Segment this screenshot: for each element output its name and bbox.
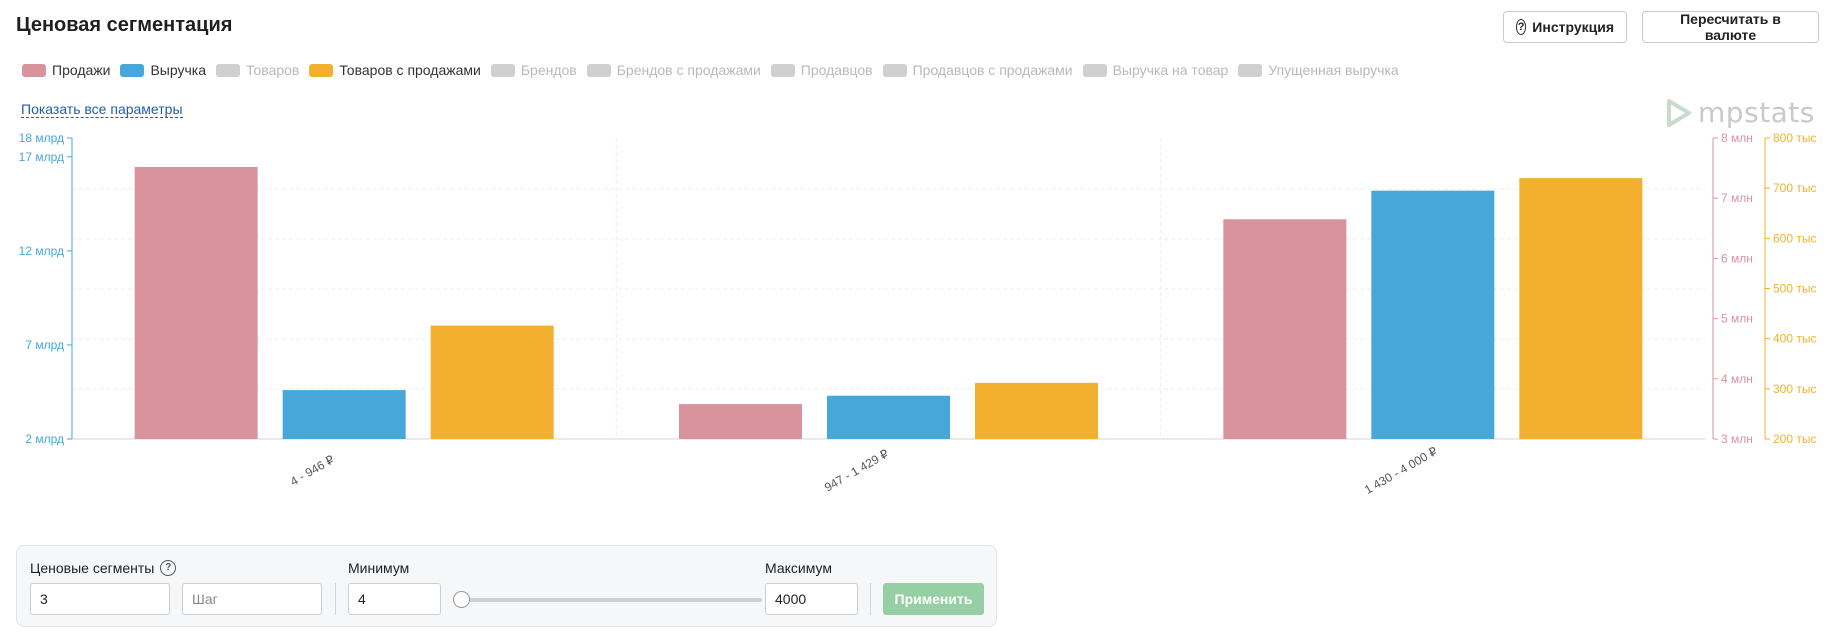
y-axis-right1-tick-label: 7 млн (1721, 191, 1753, 205)
legend-label: Товаров (246, 62, 300, 78)
y-axis-right2-tick-label: 400 тыс (1773, 332, 1816, 346)
y-axis-right1-tick-label: 5 млн (1721, 312, 1753, 326)
y-axis-left-tick-label: 17 млрд (19, 150, 64, 164)
instructions-label: Инструкция (1532, 19, 1614, 35)
price-range-slider-track[interactable] (462, 598, 762, 602)
legend-item-products[interactable]: Товаров (216, 62, 299, 78)
legend-swatch (1082, 63, 1107, 77)
legend-swatch (1238, 63, 1263, 77)
legend-label: Продавцов с продажами (912, 62, 1073, 78)
bar-revenue[interactable] (282, 390, 406, 439)
y-axis-right1-tick-label: 3 млн (1721, 432, 1753, 446)
legend-swatch (309, 63, 334, 77)
segment-controls: Ценовые сегменты ? Минимум Максимум Прим… (16, 545, 997, 627)
x-axis-tick-label: 1 430 - 4 000 ₽ (1362, 444, 1440, 497)
help-icon: ? (1516, 19, 1527, 35)
legend-item-brands[interactable]: Брендов (490, 62, 577, 78)
bar-revenue[interactable] (1371, 190, 1495, 439)
bar-sales[interactable] (134, 166, 258, 439)
page-title: Ценовая сегментация (16, 14, 233, 36)
legend-swatch (586, 63, 611, 77)
legend-label: Выручка на товар (1112, 62, 1229, 78)
legend-item-products-with-sales[interactable]: Товаров с продажами (309, 62, 481, 78)
y-axis-left-tick-label: 2 млрд (25, 432, 64, 446)
legend-label: Брендов (520, 62, 577, 78)
step-input[interactable] (182, 583, 322, 615)
bar-products-with-sales[interactable] (975, 382, 1098, 439)
show-all-params-link[interactable]: Показать все параметры (21, 101, 183, 118)
x-axis-tick-label: 947 - 1 429 ₽ (822, 446, 891, 494)
chart-legend: Продажи Выручка Товаров Товаров с продаж… (22, 62, 1399, 78)
legend-label: Упущенная выручка (1268, 62, 1399, 78)
instructions-button[interactable]: ? Инструкция (1503, 11, 1627, 43)
legend-swatch (882, 63, 907, 77)
price-segmentation-chart: 2 млрд 7 млрд 12 млрд 17 млрд 18 млрд 3 млн 4 … (19, 131, 1817, 497)
min-label: Минимум (348, 560, 410, 576)
legend-label: Продажи (52, 62, 111, 78)
y-axis-right2-tick-label: 700 тыс (1773, 181, 1816, 195)
divider (870, 583, 871, 615)
question-icon[interactable]: ? (160, 560, 177, 576)
price-range-slider-thumb[interactable] (453, 591, 470, 608)
legend-label: Выручка (150, 62, 207, 78)
legend-item-revenue-per-product[interactable]: Выручка на товар (1082, 62, 1229, 78)
legend-item-lost-revenue[interactable]: Упущенная выручка (1238, 62, 1399, 78)
segments-label-group: Ценовые сегменты ? (30, 560, 177, 576)
legend-swatch (216, 63, 241, 77)
y-axis-right2-tick-label: 300 тыс (1773, 382, 1816, 396)
legend-item-sellers[interactable]: Продавцов (770, 62, 873, 78)
y-axis-right1-tick-label: 6 млн (1721, 251, 1753, 265)
y-axis-right1-tick-label: 8 млн (1721, 131, 1753, 145)
legend-label: Товаров с продажами (339, 62, 481, 78)
apply-button[interactable]: Применить (883, 583, 984, 615)
y-axis-left-tick-label: 7 млрд (25, 338, 64, 352)
min-input[interactable] (348, 583, 441, 615)
legend-item-brands-with-sales[interactable]: Брендов с продажами (586, 62, 761, 78)
divider (335, 583, 336, 615)
recalc-currency-button[interactable]: Пересчитать в валюте (1642, 11, 1819, 43)
bar-sales[interactable] (1223, 219, 1347, 439)
x-axis-tick-label: 4 - 946 ₽ (288, 452, 337, 488)
legend-item-sellers-with-sales[interactable]: Продавцов с продажами (882, 62, 1073, 78)
legend-item-sales[interactable]: Продажи (22, 62, 110, 78)
legend-label: Брендов с продажами (616, 62, 761, 78)
y-axis-left-tick-label: 12 млрд (19, 244, 64, 258)
y-axis-right2-tick-label: 800 тыс (1773, 131, 1816, 145)
recalc-currency-label: Пересчитать в валюте (1680, 11, 1781, 43)
y-axis-right1-tick-label: 4 млн (1721, 372, 1753, 386)
legend-swatch (770, 63, 795, 77)
max-input[interactable] (765, 583, 858, 615)
max-label: Максимум (765, 560, 832, 576)
bar-products-with-sales[interactable] (430, 325, 554, 439)
y-axis-left-tick-label: 18 млрд (19, 131, 64, 145)
bar-products-with-sales[interactable] (1519, 178, 1643, 439)
segments-count-input[interactable] (30, 583, 170, 615)
legend-swatch (490, 63, 515, 77)
bar-revenue[interactable] (827, 395, 950, 439)
legend-label: Продавцов (800, 62, 873, 78)
y-axis-right2-tick-label: 200 тыс (1773, 432, 1816, 446)
legend-swatch (22, 63, 46, 77)
segments-label: Ценовые сегменты (30, 560, 155, 576)
bar-sales[interactable] (679, 404, 802, 439)
legend-item-revenue[interactable]: Выручка (120, 62, 206, 78)
y-axis-right2-tick-label: 500 тыс (1773, 282, 1816, 296)
y-axis-right2-tick-label: 600 тыс (1773, 231, 1816, 245)
legend-swatch (120, 63, 145, 77)
